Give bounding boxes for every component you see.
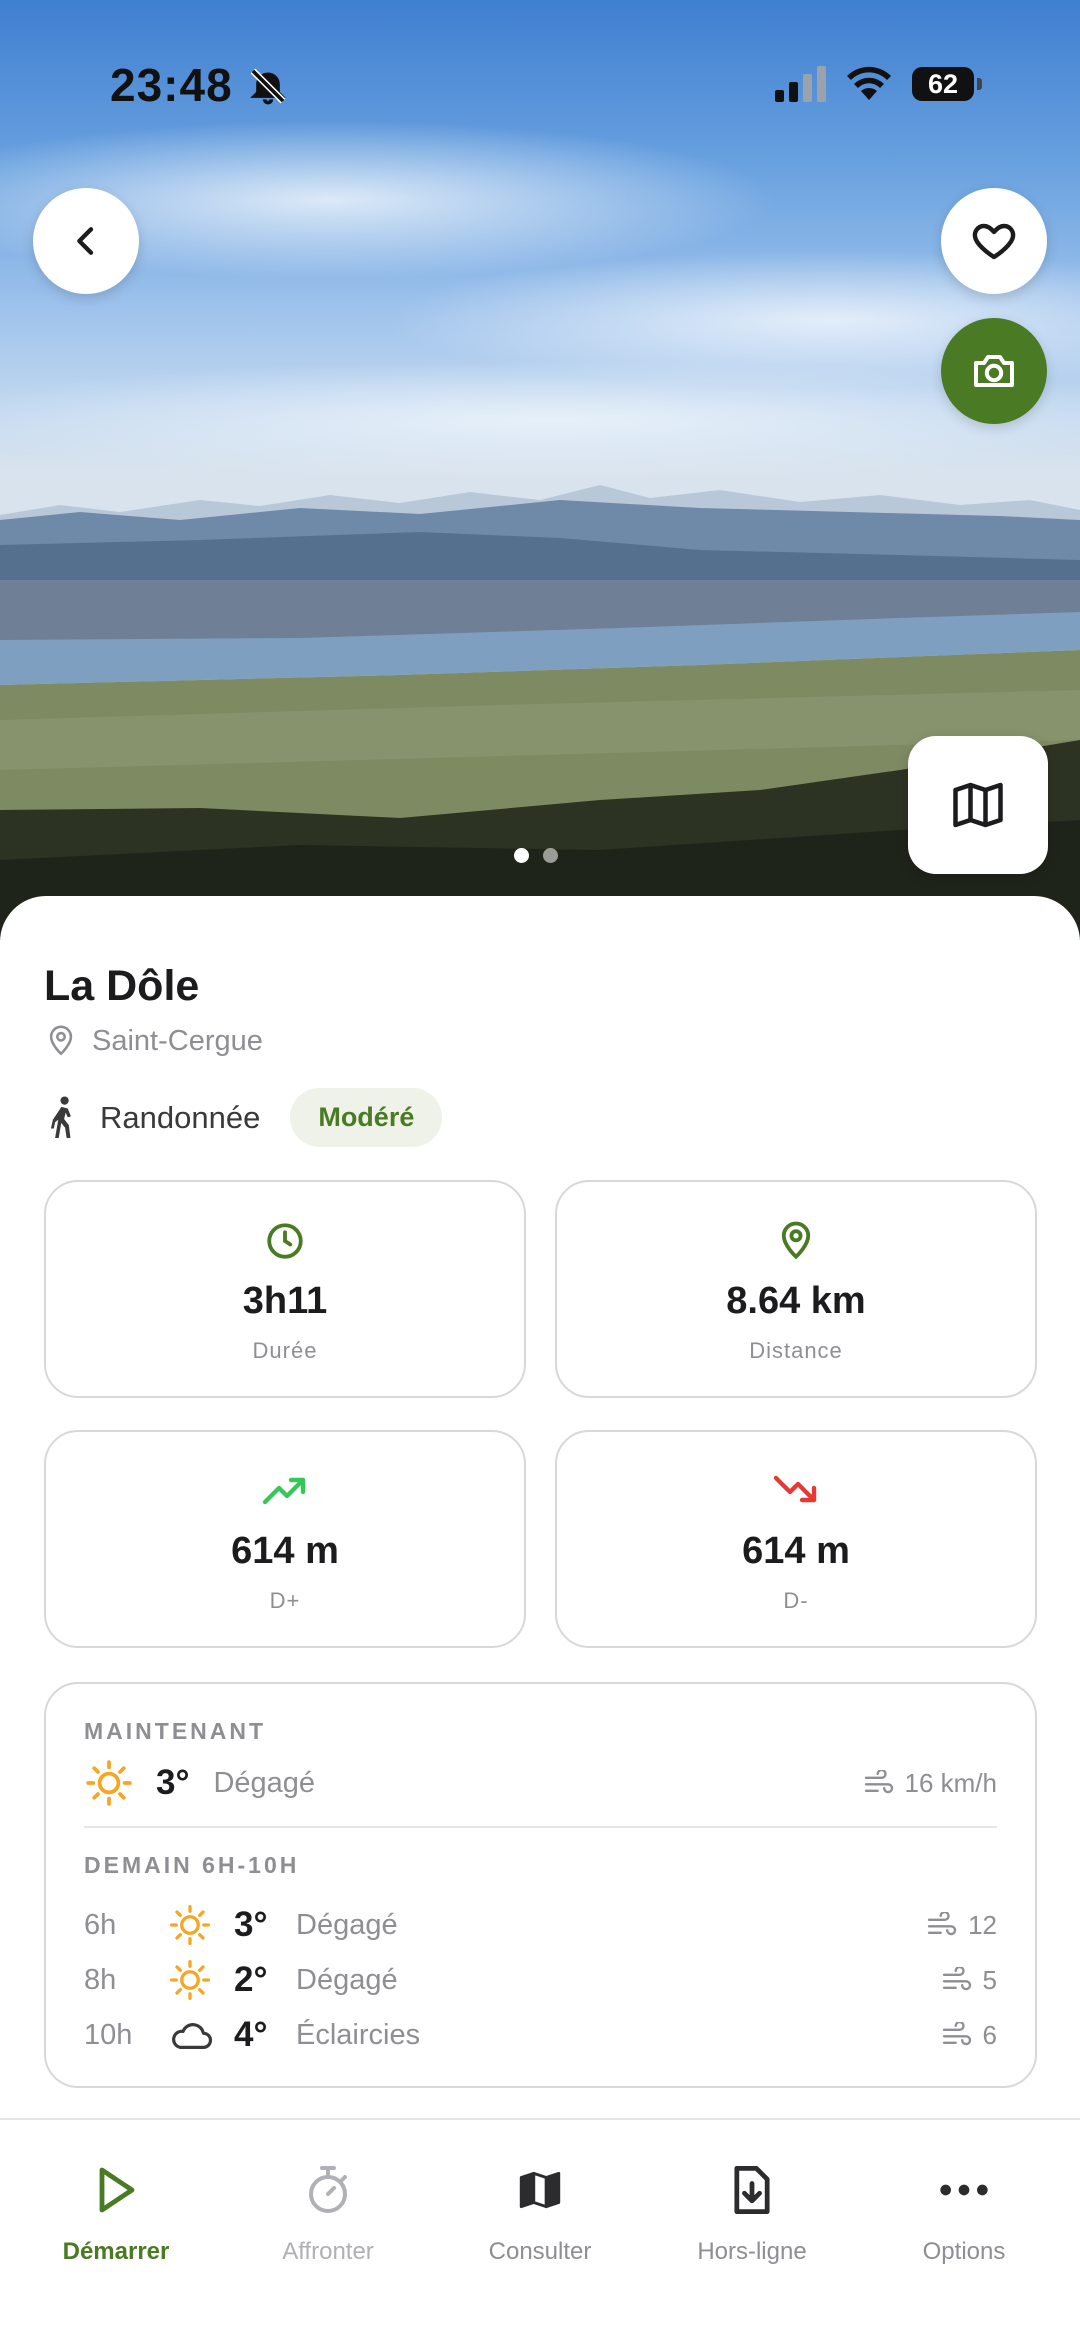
cloud-icon [172, 2023, 212, 2049]
hiker-icon [50, 1095, 71, 1138]
tab-affronter[interactable]: Affronter [220, 2160, 436, 2266]
stat-value: 614 m [742, 1530, 850, 1572]
forecast-row: 6h 3° Dégagé 12 [84, 1900, 997, 1950]
chevron-left-icon [77, 227, 94, 255]
forecast-row: 10h 4° Éclaircies 6 [84, 2010, 997, 2060]
map-icon [519, 2171, 561, 2209]
forecast-wind: 12 [926, 1910, 997, 1941]
play-icon [99, 2167, 135, 2213]
forecast-wind: 5 [941, 1965, 997, 1996]
tab-demarrer[interactable]: Démarrer [8, 2160, 224, 2266]
sun-icon [86, 1760, 132, 1806]
forecast-row: 8h 2° Dégagé 5 [84, 1955, 997, 2005]
map-icon [953, 782, 1003, 828]
stat-label: Distance [749, 1338, 843, 1363]
forecast-hour: 8h [84, 1963, 117, 1996]
carousel-indicator[interactable] [514, 848, 558, 863]
tab-label: Affronter [282, 2238, 374, 2265]
forecast-hour: 10h [84, 2018, 133, 2051]
forecast-desc: Éclaircies [296, 2018, 421, 2051]
heart-icon [972, 223, 1016, 260]
wind-icon [942, 1967, 971, 1991]
weather-temp: 3° [156, 1763, 190, 1802]
forecast-temp: 4° [234, 2015, 268, 2054]
stat-label: Durée [252, 1338, 318, 1363]
wind-speed: 12 [968, 1909, 997, 1940]
activity-label: Randonnée [100, 1099, 261, 1135]
wind-speed: 6 [982, 2019, 997, 2050]
forecast-wind: 6 [941, 2020, 997, 2051]
stopwatch-icon [309, 2166, 347, 2213]
weather-card: MAINTENANT 3° Dégagé 16 km/h DEMAIN 6H-1… [44, 1682, 1037, 2088]
location-pin-icon [781, 1221, 811, 1260]
sun-icon [170, 1905, 210, 1945]
wind-icon [927, 1912, 957, 1936]
bell-muted-icon [248, 66, 288, 111]
forecast-desc: Dégagé [296, 1963, 398, 1996]
battery-indicator: 62 [912, 67, 982, 101]
tab-consulter[interactable]: Consulter [432, 2160, 648, 2266]
wind-icon [942, 2022, 971, 2046]
trail-location: Saint-Cergue [44, 1024, 263, 1058]
trail-title: La Dôle [44, 962, 200, 1010]
trending-up-icon [262, 1477, 306, 1505]
bottom-tab-bar: Démarrer Affronter Consulter Hors-ligne … [0, 2118, 1080, 2350]
stat-card-duration: 3h11 Durée [44, 1180, 526, 1398]
wifi-icon [846, 64, 892, 107]
wind-icon [864, 1770, 893, 1794]
stat-value: 3h11 [242, 1280, 328, 1322]
weather-desc: Dégagé [213, 1766, 316, 1799]
weather-now-header: MAINTENANT [84, 1718, 267, 1744]
location-label: Saint-Cergue [92, 1024, 263, 1057]
tab-label: Hors-ligne [697, 2238, 807, 2265]
clock-icon [267, 1223, 303, 1259]
tab-label: Démarrer [62, 2238, 170, 2265]
more-icon [940, 2184, 988, 2196]
tab-hors-ligne[interactable]: Hors-ligne [644, 2160, 860, 2266]
sun-icon [170, 1960, 210, 2000]
weather-tomorrow-header: DEMAIN 6H-10H [84, 1852, 300, 1878]
stat-label: D+ [269, 1588, 301, 1613]
carousel-dot[interactable] [514, 848, 529, 863]
map-view-button[interactable] [908, 736, 1048, 874]
stat-label: D- [783, 1588, 809, 1613]
trending-down-icon [773, 1475, 817, 1503]
forecast-temp: 3° [234, 1905, 268, 1944]
forecast-hour: 6h [84, 1908, 117, 1941]
carousel-dot[interactable] [543, 848, 558, 863]
weather-now-row: 3° Dégagé 16 km/h [84, 1758, 997, 1808]
back-button[interactable] [33, 188, 139, 294]
divider [84, 1826, 997, 1828]
tab-label: Options [922, 2238, 1006, 2265]
wind-speed: 16 km/h [904, 1767, 998, 1798]
forecast-desc: Dégagé [296, 1908, 398, 1941]
weather-wind: 16 km/h [863, 1767, 998, 1799]
activity-row: Randonnée Modéré [44, 1088, 443, 1147]
location-pin-icon [49, 1025, 73, 1056]
forecast-temp: 2° [234, 1960, 268, 1999]
add-photo-button[interactable] [941, 318, 1047, 424]
stat-value: 8.64 km [726, 1280, 866, 1322]
cellular-signal-icon [775, 66, 827, 107]
tab-label: Consulter [488, 2238, 592, 2265]
stat-card-elevation-loss: 614 m D- [555, 1430, 1037, 1648]
status-time: 23:48 [110, 59, 233, 111]
difficulty-badge: Modéré [290, 1088, 443, 1147]
stat-card-distance: 8.64 km Distance [555, 1180, 1037, 1398]
stat-card-elevation-gain: 614 m D+ [44, 1430, 526, 1648]
favorite-button[interactable] [941, 188, 1047, 294]
wind-speed: 5 [982, 1964, 997, 1995]
stat-value: 614 m [231, 1530, 339, 1572]
download-icon [734, 2165, 770, 2215]
camera-icon [974, 355, 1014, 387]
tab-options[interactable]: Options [856, 2160, 1072, 2266]
